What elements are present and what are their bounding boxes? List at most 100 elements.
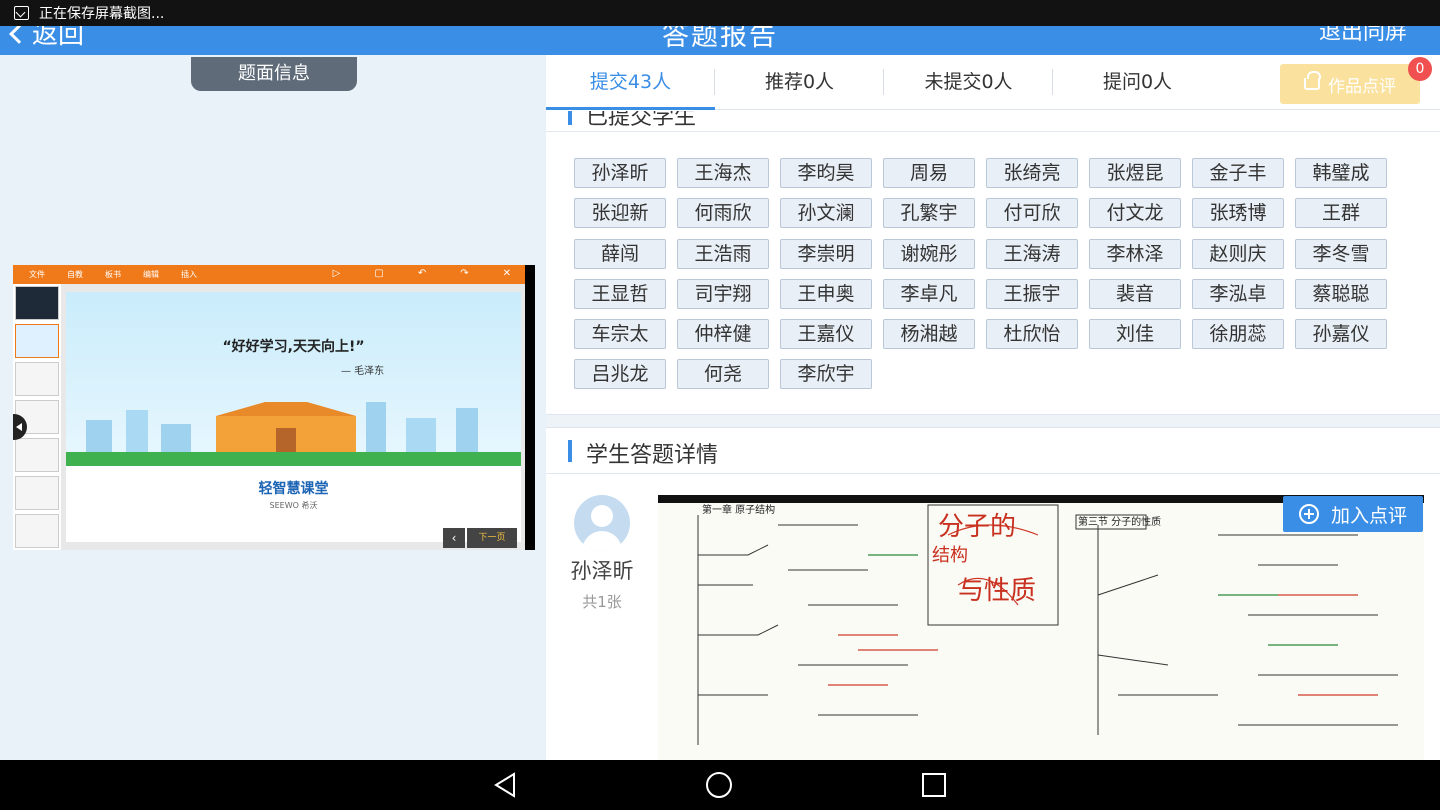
next-slide-button[interactable]: 下一页 xyxy=(467,528,517,548)
student-name-chip[interactable]: 周易 xyxy=(883,158,975,188)
report-panel: 提交43人 推荐0人 未提交0人 提问0人 作品点评 0 已提交学生 孙泽昕 王海… xyxy=(546,55,1440,760)
back-nav-icon[interactable] xyxy=(490,770,520,800)
student-name-chip[interactable]: 蔡聪聪 xyxy=(1295,278,1387,309)
student-name-chip[interactable]: 韩璧成 xyxy=(1295,158,1387,188)
avatar xyxy=(574,495,630,551)
slide-thumb[interactable] xyxy=(15,438,59,472)
slide-thumb[interactable] xyxy=(15,514,59,548)
student-name-chip[interactable]: 王申奥 xyxy=(780,278,872,309)
student-name-chip[interactable]: 孙泽昕 xyxy=(574,158,666,188)
menu-item[interactable]: 编辑 xyxy=(143,269,159,280)
student-name-chip[interactable]: 孙文澜 xyxy=(780,198,872,229)
student-name-chip[interactable]: 李林泽 xyxy=(1089,238,1181,269)
student-name-chip[interactable]: 李冬雪 xyxy=(1295,238,1387,269)
recents-nav-icon[interactable] xyxy=(919,770,949,800)
work-review-button[interactable]: 作品点评 xyxy=(1280,64,1420,104)
ppt-tools: ▷ ▢ ↶ ↷ ✕ xyxy=(317,268,517,279)
tab-not-submitted[interactable]: 未提交0人 xyxy=(884,55,1053,110)
student-name-chip[interactable]: 张绮亮 xyxy=(986,158,1078,188)
student-name-chip[interactable]: 王海涛 xyxy=(986,238,1078,269)
slide-thumb[interactable] xyxy=(15,286,59,320)
window-icon[interactable]: ▢ xyxy=(374,268,383,279)
student-name-grid: 孙泽昕 王海杰 李昀昊 周易 张绮亮 张煜昆 金子丰 韩璧成张迎新 何雨欣 孙文澜 孔繁宇 付可欣 付文… xyxy=(574,158,1434,400)
ppt-body: “好好学习,天天向上!” — 毛泽东 轻智慧课堂 SEEWO 希沃 ‹ 下一页 xyxy=(13,284,525,550)
student-name-chip[interactable]: 裴音 xyxy=(1089,278,1181,309)
student-name-chip[interactable]: 王振宇 xyxy=(986,278,1078,309)
slide-thumb[interactable] xyxy=(15,324,59,358)
tab-questions[interactable]: 提问0人 xyxy=(1053,55,1222,110)
work-review-label: 作品点评 xyxy=(1328,76,1396,97)
student-name: 孙泽昕 xyxy=(570,559,634,583)
student-name-chip[interactable]: 车宗太 xyxy=(574,319,666,350)
status-text: 正在保存屏幕截图... xyxy=(39,6,165,22)
section-accent xyxy=(568,440,572,462)
student-name-chip[interactable]: 王群 xyxy=(1295,198,1387,229)
student-name-chip[interactable]: 何雨欣 xyxy=(677,198,769,229)
image-count: 共1张 xyxy=(582,593,622,611)
slide-quote: “好好学习,天天向上!” xyxy=(222,339,365,355)
student-name-chip[interactable]: 李昀昊 xyxy=(780,158,872,188)
student-name-chip[interactable]: 谢婉彤 xyxy=(883,238,975,269)
student-name-chip[interactable]: 杨湘越 xyxy=(883,319,975,350)
student-name-chip[interactable]: 孙嘉仪 xyxy=(1295,319,1387,350)
avatar-body xyxy=(582,531,622,551)
home-nav-icon[interactable] xyxy=(704,770,734,800)
student-name-chip[interactable]: 王浩雨 xyxy=(677,238,769,269)
student-name-chip[interactable]: 李卓凡 xyxy=(883,278,975,309)
play-icon[interactable]: ▷ xyxy=(333,268,341,279)
question-info-tab[interactable]: 题面信息 xyxy=(191,57,357,91)
student-name-chip[interactable]: 王嘉仪 xyxy=(780,319,872,350)
student-name-chip[interactable]: 杜欣怡 xyxy=(986,319,1078,350)
student-name-chip[interactable]: 孔繁宇 xyxy=(883,198,975,229)
student-name-chip[interactable]: 张煜昆 xyxy=(1089,158,1181,188)
student-name-chip[interactable]: 刘佳 xyxy=(1089,319,1181,350)
handwritten-notes: 分子的 结构 与性质 第一章 原子结构 第三节 分子的性质 xyxy=(658,495,1424,760)
student-name-chip[interactable]: 付可欣 xyxy=(986,198,1078,229)
student-name-chip[interactable]: 李泓卓 xyxy=(1192,278,1284,309)
student-name-chip[interactable]: 仲梓健 xyxy=(677,319,769,350)
review-count-badge: 0 xyxy=(1408,57,1432,81)
tab-recommended[interactable]: 推荐0人 xyxy=(715,55,884,110)
ppt-menubar: 文件 自教 板书 编辑 插入 ▷ ▢ ↶ ↷ ✕ xyxy=(13,265,525,284)
student-name-chip[interactable]: 徐朋蕊 xyxy=(1192,319,1284,350)
menu-item[interactable]: 插入 xyxy=(181,269,197,280)
student-name-chip[interactable]: 吕兆龙 xyxy=(574,359,666,390)
basket-icon xyxy=(1304,71,1321,90)
slide-thumb[interactable] xyxy=(15,362,59,396)
student-name-chip[interactable]: 司宇翔 xyxy=(677,278,769,309)
student-name-chip[interactable]: 张琇博 xyxy=(1192,198,1284,229)
submitted-section-title: 已提交学生 xyxy=(586,111,697,130)
student-name-chip[interactable]: 李欣宇 xyxy=(780,359,872,390)
work-right-note: 第三节 分子的性质 xyxy=(1078,515,1161,528)
question-preview[interactable]: 文件 自教 板书 编辑 插入 ▷ ▢ ↶ ↷ ✕ “好好学习,天天向上!” — … xyxy=(13,265,535,550)
work-heading: 分子的 xyxy=(938,512,1016,542)
student-name-chip[interactable]: 王海杰 xyxy=(677,158,769,188)
menu-item[interactable]: 板书 xyxy=(105,269,121,280)
menu-item[interactable]: 文件 xyxy=(29,269,45,280)
student-name-chip[interactable]: 付文龙 xyxy=(1089,198,1181,229)
student-name-chip[interactable]: 李崇明 xyxy=(780,238,872,269)
status-bar: 正在保存屏幕截图... xyxy=(0,0,1440,26)
slide-thumb[interactable] xyxy=(15,476,59,510)
prev-slide-button[interactable]: ‹ xyxy=(443,528,465,548)
student-name-chip[interactable]: 王显哲 xyxy=(574,278,666,309)
plus-circle-icon xyxy=(1298,504,1319,524)
redo-icon[interactable]: ↷ xyxy=(460,268,468,279)
student-work-image[interactable]: 分子的 结构 与性质 第一章 原子结构 第三节 分子的性质 xyxy=(658,495,1424,760)
student-name-chip[interactable]: 金子丰 xyxy=(1192,158,1284,188)
undo-icon[interactable]: ↶ xyxy=(418,268,426,279)
student-name-chip[interactable]: 薛闯 xyxy=(574,238,666,269)
current-slide: “好好学习,天天向上!” — 毛泽东 轻智慧课堂 SEEWO 希沃 xyxy=(66,292,521,542)
submitted-section-header: 已提交学生 xyxy=(546,111,1440,132)
student-name-chip[interactable]: 张迎新 xyxy=(574,198,666,229)
student-name-chip[interactable]: 何尧 xyxy=(677,359,769,390)
student-name-chip[interactable]: 赵则庆 xyxy=(1192,238,1284,269)
add-review-button[interactable]: 加入点评 xyxy=(1283,496,1423,532)
system-nav-bar xyxy=(0,760,1440,810)
slide-brand-sub: SEEWO 希沃 xyxy=(269,501,318,510)
menu-item[interactable]: 自教 xyxy=(67,269,83,280)
tab-submitted[interactable]: 提交43人 xyxy=(546,55,715,110)
close-icon[interactable]: ✕ xyxy=(503,268,511,279)
add-review-label: 加入点评 xyxy=(1330,504,1407,527)
work-left-note: 第一章 原子结构 xyxy=(702,503,775,516)
